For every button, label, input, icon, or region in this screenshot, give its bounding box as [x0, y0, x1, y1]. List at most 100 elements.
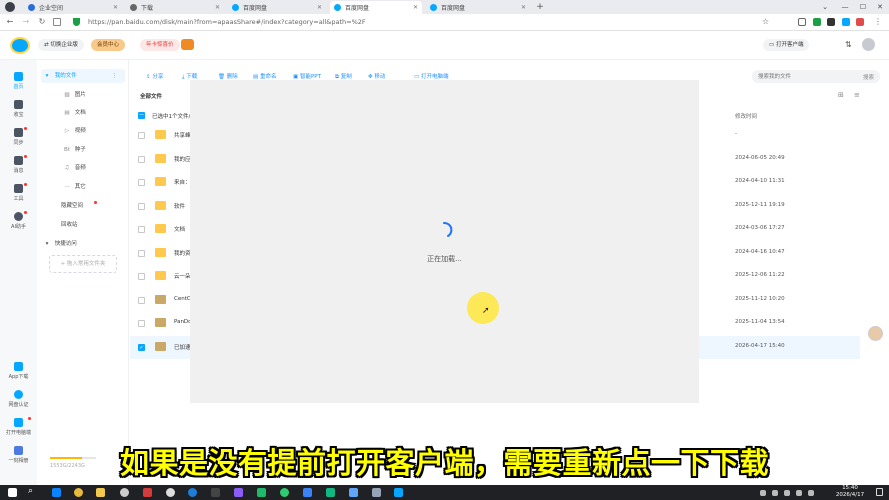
menu-icon[interactable]: ⋮: [874, 17, 882, 26]
sidebar-item-torrents[interactable]: Bt 种子: [61, 143, 125, 157]
promo-button[interactable]: 年卡惊喜价: [140, 39, 180, 51]
extension-icon[interactable]: [856, 18, 864, 26]
file-name[interactable]: 软件: [174, 202, 185, 210]
close-icon[interactable]: ✕: [413, 4, 418, 11]
search-box[interactable]: 搜索: [752, 70, 880, 83]
rail-item-messages[interactable]: 消息: [0, 156, 37, 174]
rail-item-app-download[interactable]: App下载: [0, 362, 37, 380]
wifi-icon[interactable]: [796, 490, 802, 496]
sidebar-item-quick-access[interactable]: ▾ 快捷访问: [41, 237, 125, 251]
share-button[interactable]: ⇪ 分享: [146, 72, 163, 80]
assistant-avatar[interactable]: [868, 326, 883, 341]
app-icon[interactable]: [349, 488, 358, 497]
explorer-icon[interactable]: [96, 488, 105, 497]
browser-tab[interactable]: 企业空间 ✕: [24, 1, 122, 14]
close-icon[interactable]: ✕: [317, 4, 322, 11]
forward-icon[interactable]: →: [20, 16, 32, 28]
search-icon[interactable]: ⌕: [28, 486, 33, 496]
transfer-icon[interactable]: ⇅: [845, 40, 852, 49]
file-name[interactable]: PanDo: [174, 319, 192, 325]
file-name[interactable]: 我的应: [174, 155, 191, 163]
file-name[interactable]: 云一朵: [174, 272, 191, 280]
window-close-icon[interactable]: ✕: [873, 1, 887, 13]
switch-enterprise-button[interactable]: ⇄ 切换企业版: [38, 39, 84, 51]
file-name[interactable]: 已加速: [174, 343, 191, 351]
user-avatar[interactable]: [862, 38, 875, 51]
file-name[interactable]: 来自：: [174, 178, 191, 186]
file-name[interactable]: 我的资: [174, 249, 191, 257]
app-icon[interactable]: [166, 488, 175, 497]
app-icon[interactable]: [257, 488, 266, 497]
sidebar-toggle-icon[interactable]: [53, 18, 61, 26]
tray-icon[interactable]: [772, 490, 778, 496]
app-icon[interactable]: [188, 488, 197, 497]
row-checkbox[interactable]: [138, 202, 145, 210]
row-checkbox[interactable]: ✓: [138, 343, 145, 351]
rename-button[interactable]: ▤ 重命名: [253, 72, 276, 80]
column-modified[interactable]: 修改时间: [735, 112, 757, 120]
app-icon[interactable]: [372, 488, 381, 497]
browser-tab-active[interactable]: 百度网盘 ✕: [330, 1, 422, 14]
row-checkbox[interactable]: [138, 296, 145, 304]
sidebar-item-hidden-space[interactable]: 隐藏空间: [61, 199, 125, 213]
row-checkbox[interactable]: [138, 179, 145, 186]
new-tab-button[interactable]: +: [534, 1, 546, 13]
sidebar-item-images[interactable]: ▨ 图片: [61, 88, 125, 102]
smart-ppt-button[interactable]: ▣ 智能PPT: [293, 72, 321, 80]
extension-icon[interactable]: [827, 18, 835, 26]
app-icon[interactable]: [211, 488, 220, 497]
maximize-icon[interactable]: ☐: [856, 1, 870, 13]
taskview-icon[interactable]: [52, 488, 61, 497]
reload-icon[interactable]: ↻: [36, 16, 48, 28]
app-icon[interactable]: [234, 488, 243, 497]
file-name[interactable]: 文档: [174, 225, 185, 233]
open-desktop-button[interactable]: ▭ 打开电脑端: [414, 72, 448, 80]
file-name[interactable]: 共享峰: [174, 131, 191, 139]
rail-item-collect[interactable]: 收宝: [0, 100, 37, 118]
notification-icon[interactable]: [876, 488, 883, 496]
url-field[interactable]: https://pan.baidu.com/disk/main?from=apa…: [88, 18, 366, 26]
sidebar-item-other[interactable]: ··· 其它: [61, 180, 125, 194]
minimize-icon[interactable]: —: [838, 1, 852, 13]
file-name[interactable]: CentO: [174, 296, 191, 302]
delete-button[interactable]: 🗑 删除: [218, 72, 238, 80]
rail-item-verify[interactable]: 网盘认证: [0, 390, 37, 408]
chrome-icon[interactable]: [74, 488, 83, 497]
baidu-pan-logo[interactable]: [10, 37, 30, 54]
browser-tab[interactable]: 下载 ✕: [126, 1, 224, 14]
rail-item-sync[interactable]: 同步: [0, 128, 37, 146]
tray-icon[interactable]: [784, 490, 790, 496]
clock-time[interactable]: 15:40: [838, 485, 862, 491]
row-checkbox[interactable]: [138, 249, 145, 257]
tray-icon[interactable]: [760, 490, 766, 496]
sidebar-item-documents[interactable]: ▤ 文档: [61, 106, 125, 120]
move-button[interactable]: ✥ 移动: [368, 72, 385, 80]
app-icon[interactable]: [303, 488, 312, 497]
bookmark-star-icon[interactable]: ☆: [762, 17, 769, 26]
breadcrumb[interactable]: 全部文件: [140, 92, 162, 100]
baidu-pan-taskbar-icon[interactable]: [394, 488, 403, 497]
gift-icon[interactable]: [181, 39, 194, 50]
chat-icon[interactable]: [120, 488, 129, 497]
search-button[interactable]: 搜索: [863, 73, 874, 81]
rail-item-ai[interactable]: AI助手: [0, 212, 37, 230]
shield-icon[interactable]: [73, 18, 80, 26]
row-checkbox[interactable]: [138, 155, 145, 163]
rail-item-tools[interactable]: 工具: [0, 184, 37, 202]
extension-icon[interactable]: [798, 18, 806, 26]
row-checkbox[interactable]: [138, 320, 145, 327]
more-icon[interactable]: ⋮: [112, 69, 118, 83]
add-folder-dropzone[interactable]: + 拖入常用文件夹: [49, 255, 117, 273]
app-icon[interactable]: [143, 488, 152, 497]
row-checkbox[interactable]: [138, 273, 145, 280]
rail-item-open-desktop[interactable]: 打开电脑端: [0, 418, 37, 436]
member-center-button[interactable]: 会员中心: [91, 39, 126, 51]
volume-icon[interactable]: [808, 490, 814, 496]
sidebar-item-audio[interactable]: ♫ 音频: [61, 161, 125, 175]
clock-date[interactable]: 2026/4/17: [830, 492, 870, 498]
sidebar-item-videos[interactable]: ▷ 视频: [61, 124, 125, 138]
close-icon[interactable]: ✕: [521, 4, 526, 11]
close-icon[interactable]: ✕: [215, 4, 220, 11]
wechat-icon[interactable]: [280, 488, 289, 497]
select-all-checkbox[interactable]: —: [138, 112, 145, 119]
